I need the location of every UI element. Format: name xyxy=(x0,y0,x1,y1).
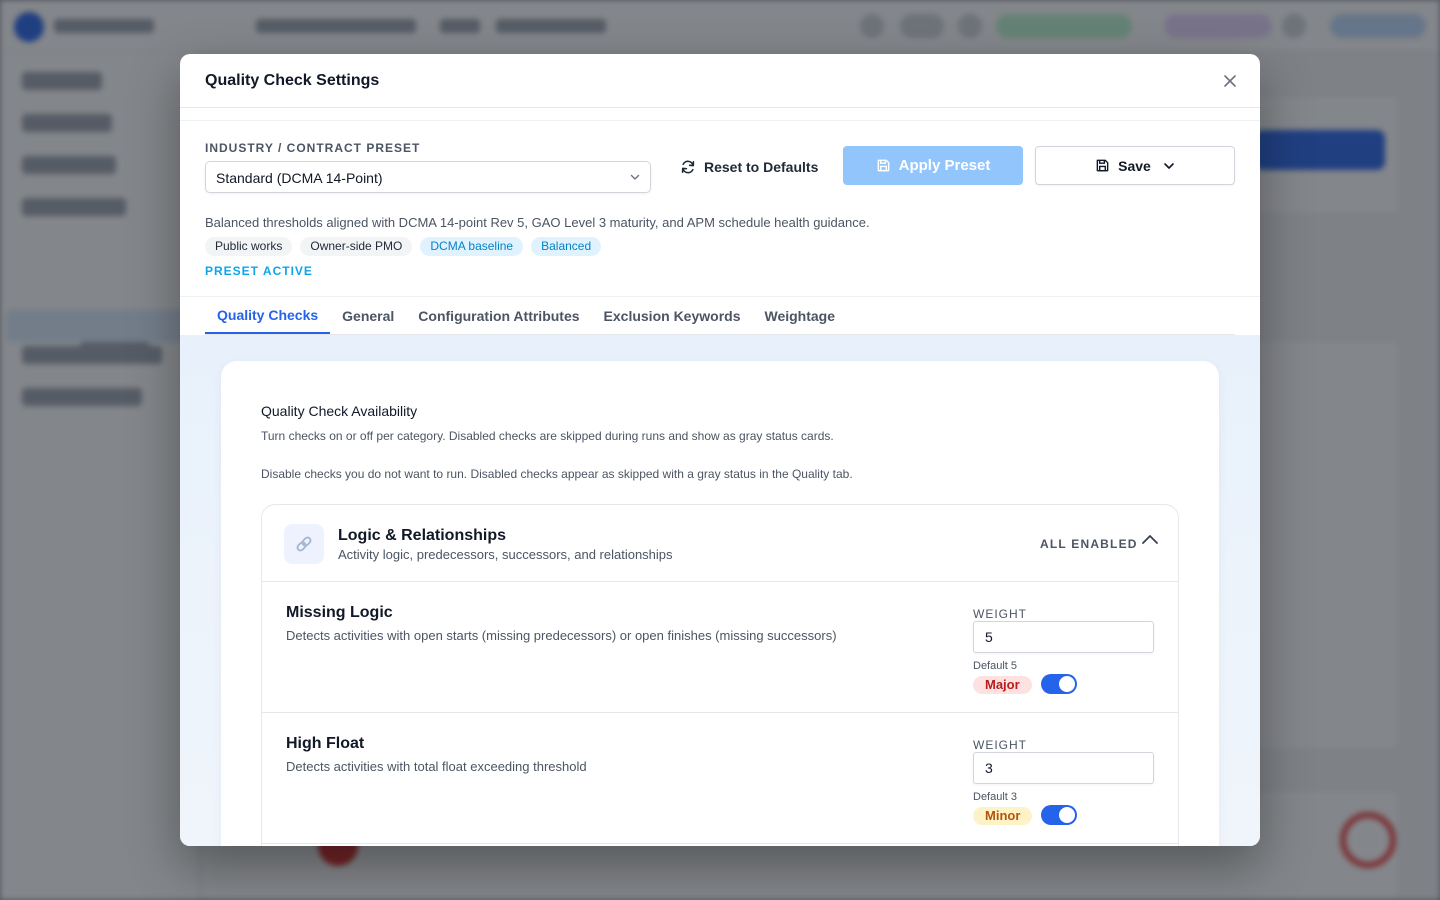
tab-general[interactable]: General xyxy=(330,297,406,334)
check-description: Detects activities with total float exce… xyxy=(286,759,587,774)
apply-preset-label: Apply Preset xyxy=(898,157,991,174)
check-name: High Float xyxy=(286,735,365,752)
reset-to-defaults-button[interactable]: Reset to Defaults xyxy=(680,155,818,179)
settings-tabs: Quality Checks General Configuration Att… xyxy=(205,297,1235,335)
check-description: Detects activities with open starts (mis… xyxy=(286,628,837,643)
save-icon xyxy=(1096,159,1109,172)
quality-check-availability-panel: Quality Check Availability Turn checks o… xyxy=(221,361,1219,846)
close-icon xyxy=(1224,75,1236,87)
preset-tags: Public works Owner-side PMO DCMA baselin… xyxy=(205,237,602,256)
save-label: Save xyxy=(1118,157,1151,174)
weight-input[interactable] xyxy=(973,752,1154,784)
preset-status: PRESET ACTIVE xyxy=(205,264,313,278)
group-status: ALL ENABLED xyxy=(1040,537,1138,551)
group-title: Logic & Relationships xyxy=(338,527,507,544)
panel-subtitle: Turn checks on or off per category. Disa… xyxy=(261,429,834,443)
preset-select[interactable]: Standard (DCMA 14-Point) xyxy=(205,161,651,193)
group-header[interactable]: Logic & Relationships Activity logic, pr… xyxy=(262,505,1178,582)
preset-tag: Public works xyxy=(205,237,293,256)
apply-preset-button[interactable]: Apply Preset xyxy=(843,146,1023,185)
preset-tag: DCMA baseline xyxy=(420,237,524,256)
severity-badge: Minor xyxy=(973,807,1033,825)
panel-title: Quality Check Availability xyxy=(261,403,418,419)
weight-label: WEIGHT xyxy=(973,607,1027,621)
link-icon xyxy=(284,524,324,564)
tab-content[interactable]: Quality Check Availability Turn checks o… xyxy=(180,335,1260,846)
preset-label: INDUSTRY / CONTRACT PRESET xyxy=(205,141,421,155)
severity-badge: Major xyxy=(973,676,1032,694)
refresh-icon xyxy=(681,160,695,174)
preset-select-value: Standard (DCMA 14-Point) xyxy=(216,170,383,186)
weight-input[interactable] xyxy=(973,621,1154,653)
quality-check-settings-modal: Quality Check Settings INDUSTRY / CONTRA… xyxy=(180,54,1260,846)
chevron-down-icon xyxy=(630,174,640,180)
collapse-button[interactable] xyxy=(1140,532,1160,548)
group-description: Activity logic, predecessors, successors… xyxy=(338,547,673,562)
check-row-high-float: High Float Detects activities with total… xyxy=(262,713,1178,844)
default-weight: Default 5 xyxy=(973,660,1018,672)
weight-label: WEIGHT xyxy=(973,738,1027,752)
preset-tag: Owner-side PMO xyxy=(300,237,413,256)
panel-note: Disable checks you do not want to run. D… xyxy=(261,467,853,481)
check-group-logic-relationships: Logic & Relationships Activity logic, pr… xyxy=(261,504,1179,846)
default-weight: Default 3 xyxy=(973,791,1018,803)
chevron-up-icon xyxy=(1142,535,1158,544)
tab-weightage[interactable]: Weightage xyxy=(752,297,847,334)
modal-title: Quality Check Settings xyxy=(205,72,380,89)
save-icon xyxy=(877,159,889,172)
close-button[interactable] xyxy=(1218,69,1242,93)
modal-header: Quality Check Settings xyxy=(180,54,1260,108)
check-enabled-toggle[interactable] xyxy=(1041,805,1077,825)
tab-quality-checks[interactable]: Quality Checks xyxy=(205,297,331,334)
chevron-down-icon xyxy=(1164,162,1174,169)
preset-tag: Balanced xyxy=(531,237,602,256)
save-button[interactable]: Save xyxy=(1035,146,1235,185)
check-name: Missing Logic xyxy=(286,604,393,621)
check-enabled-toggle[interactable] xyxy=(1041,674,1077,694)
check-row-missing-logic: Missing Logic Detects activities with op… xyxy=(262,582,1178,713)
preset-description: Balanced thresholds aligned with DCMA 14… xyxy=(205,215,870,230)
reset-label: Reset to Defaults xyxy=(704,159,819,175)
tab-exclusion-keywords[interactable]: Exclusion Keywords xyxy=(592,297,753,334)
tab-configuration-attributes[interactable]: Configuration Attributes xyxy=(406,297,591,334)
